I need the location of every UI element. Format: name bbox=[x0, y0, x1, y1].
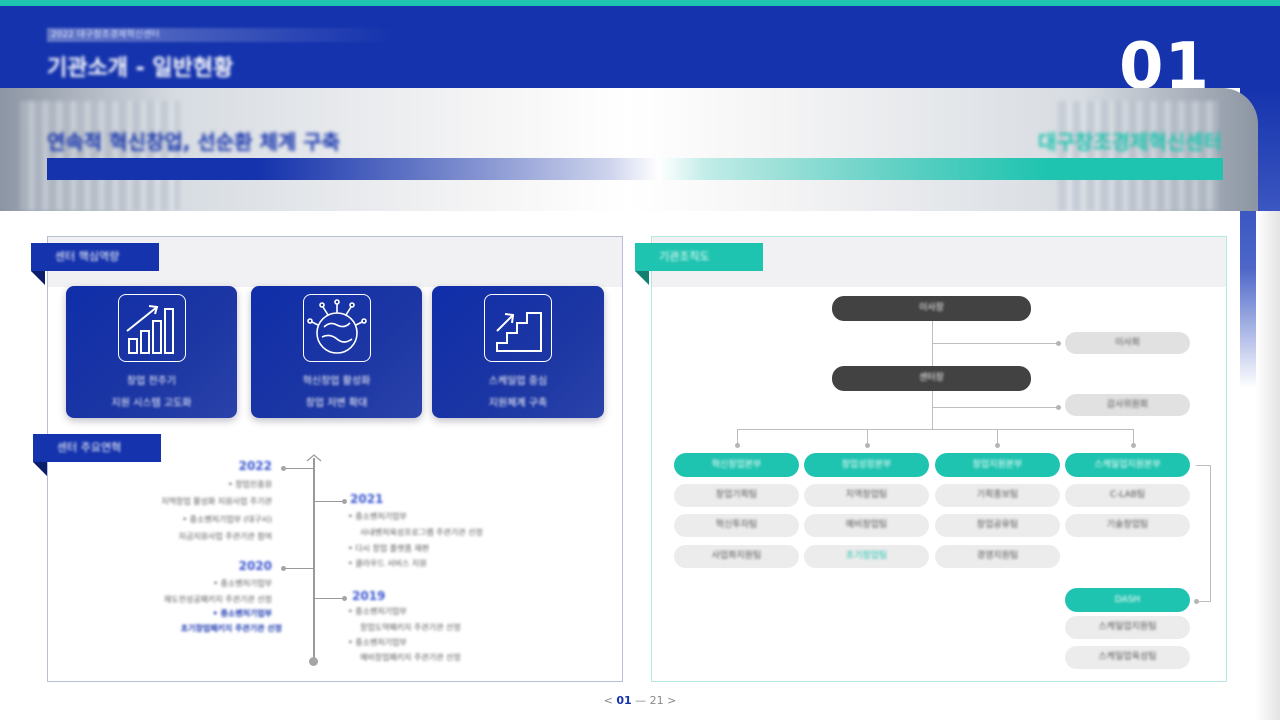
history-2019-item: 창업도약패키지 주관기관 선정 bbox=[360, 623, 461, 632]
competency-card-3: 스케일업 중심 지원체계 구축 bbox=[432, 286, 604, 418]
org-team: 창업공유팀 bbox=[935, 514, 1060, 537]
org-team: 창업기획팀 bbox=[674, 484, 799, 507]
org-team: 사업화지원팀 bbox=[674, 545, 799, 568]
org-team-highlight: 초기창업팀 bbox=[804, 545, 929, 568]
org-division-line bbox=[737, 429, 1134, 430]
org-dot bbox=[1056, 405, 1061, 410]
org-dot bbox=[1131, 443, 1136, 448]
competency-card-2: 혁신창업 활성화 창업 저변 확대 bbox=[251, 286, 422, 418]
history-2021-item: 사내벤처육성프로그램 주관기관 선정 bbox=[360, 528, 483, 537]
org-board-node: 이사장 bbox=[832, 296, 1031, 321]
org-team: 경영지원팀 bbox=[935, 545, 1060, 568]
org-dash-line bbox=[1210, 465, 1211, 602]
org-chart-tag: 기관조직도 bbox=[635, 243, 763, 285]
hero-banner: 연속적 혁신창업, 선순환 체계 구축 대구창조경제혁신센터 bbox=[0, 88, 1258, 211]
history-2020-item: 재도전성공패키지 주관기관 선정 bbox=[163, 595, 272, 604]
card-1-line-1: 창업 전주기 bbox=[126, 376, 177, 387]
history-2020-item-highlight: • 중소벤처기업부 bbox=[212, 609, 272, 618]
org-division-4: 스케일업지원본부 bbox=[1065, 453, 1190, 477]
org-division-1: 혁신창업본부 bbox=[674, 453, 799, 477]
banner-headline: 연속적 혁신창업, 선순환 체계 구축 bbox=[47, 130, 341, 154]
history-2022-item: 자금지원사업 주관기관 참여 bbox=[178, 532, 272, 541]
year-2021: 2021 bbox=[350, 492, 384, 506]
tick-2022 bbox=[284, 468, 314, 469]
prev-page-button[interactable]: < bbox=[604, 694, 613, 707]
right-edge-shade bbox=[1256, 211, 1280, 720]
tick-2019 bbox=[314, 598, 344, 599]
org-team: 기획홍보팀 bbox=[935, 484, 1060, 507]
org-dash-node: DASH bbox=[1065, 588, 1190, 612]
year-2020: 2020 bbox=[238, 559, 272, 573]
history-tag: 센터 주요연혁 bbox=[33, 434, 161, 476]
history-2022-item: 지역창업 활성화 지원사업 주기관 bbox=[161, 497, 272, 506]
org-team: 예비창업팀 bbox=[804, 514, 929, 537]
history-2022-item: • 중소벤처기업부 (대구시) bbox=[182, 515, 272, 524]
history-2022-item: • 창업진흥원 bbox=[227, 480, 272, 489]
current-page: 01 bbox=[616, 694, 632, 707]
competency-tag: 센터 핵심역량 bbox=[31, 243, 159, 285]
org-dot bbox=[995, 443, 1000, 448]
org-dash-line bbox=[1196, 465, 1211, 466]
card-1-line-2: 지원 시스템 고도화 bbox=[111, 398, 192, 409]
org-branch-line bbox=[932, 407, 1058, 408]
tick-2021 bbox=[314, 501, 344, 502]
org-team: C-LAB팀 bbox=[1065, 484, 1190, 507]
pagination: < 01 — 21 > bbox=[0, 694, 1280, 707]
history-2019-item: 예비창업패키지 주관기관 선정 bbox=[360, 653, 461, 662]
building-image-right bbox=[1058, 101, 1218, 211]
history-2021-item: • 다시 창업 플랫폼 재편 bbox=[348, 544, 430, 553]
total-pages: 21 bbox=[649, 694, 664, 707]
org-dot bbox=[865, 443, 870, 448]
org-branch-line bbox=[932, 343, 1058, 344]
card-3-line-1: 스케일업 중심 bbox=[488, 376, 548, 387]
org-director-node: 센터장 bbox=[832, 366, 1031, 391]
card-2-line-1: 혁신창업 활성화 bbox=[302, 376, 371, 387]
card-2-line-2: 창업 저변 확대 bbox=[305, 398, 368, 409]
growth-chart-icon bbox=[117, 294, 186, 362]
card-3-line-2: 지원체계 구축 bbox=[488, 398, 548, 409]
dot-2020 bbox=[281, 566, 286, 571]
org-board-side-node: 이사회 bbox=[1065, 332, 1190, 354]
org-audit-node: 감사위원회 bbox=[1065, 394, 1190, 416]
history-2020-item: • 중소벤처기업부 bbox=[213, 579, 272, 588]
org-team: 기술창업팀 bbox=[1065, 514, 1190, 537]
org-division-3: 창업지원본부 bbox=[935, 453, 1060, 477]
banner-gradient-bar bbox=[47, 158, 1223, 180]
header-breadcrumb: 2022 대구창조경제혁신센터 bbox=[47, 28, 397, 42]
year-2019: 2019 bbox=[352, 589, 386, 603]
org-team: 혁신투자팀 bbox=[674, 514, 799, 537]
history-2019-item: • 중소벤처기업부 bbox=[348, 638, 407, 647]
competency-card-1: 창업 전주기 지원 시스템 고도화 bbox=[66, 286, 237, 418]
dot-2022 bbox=[281, 466, 286, 471]
history-2021-item: • 클라우드 서비스 지원 bbox=[348, 559, 427, 568]
dot-2021 bbox=[342, 499, 347, 504]
history-2019-item: • 중소벤처기업부 bbox=[348, 607, 407, 616]
history-2020-item-highlight: 초기창업패키지 주관기관 선정 bbox=[180, 624, 282, 633]
org-team: 스케일업육성팀 bbox=[1065, 646, 1190, 669]
org-team: 스케일업지원팀 bbox=[1065, 616, 1190, 639]
banner-organization: 대구창조경제혁신센터 bbox=[1038, 130, 1222, 154]
timeline-axis bbox=[313, 458, 315, 661]
next-page-button[interactable]: > bbox=[667, 694, 676, 707]
tick-2020 bbox=[284, 568, 314, 569]
org-team: 지역창업팀 bbox=[804, 484, 929, 507]
dot-2019 bbox=[342, 596, 347, 601]
org-dot bbox=[1194, 599, 1199, 604]
year-2022: 2022 bbox=[238, 459, 272, 473]
pager-separator: — bbox=[635, 694, 647, 707]
page-title: 기관소개 - 일반현황 bbox=[47, 56, 234, 81]
history-2021-item: • 중소벤처기업부 bbox=[348, 512, 407, 521]
innovation-brain-icon bbox=[302, 294, 371, 362]
org-dot bbox=[1056, 341, 1061, 346]
timeline-end-dot bbox=[309, 657, 318, 666]
stairs-growth-icon bbox=[484, 294, 552, 362]
org-division-2: 창업성장본부 bbox=[804, 453, 929, 477]
building-image-left bbox=[20, 101, 180, 211]
org-dot bbox=[735, 443, 740, 448]
